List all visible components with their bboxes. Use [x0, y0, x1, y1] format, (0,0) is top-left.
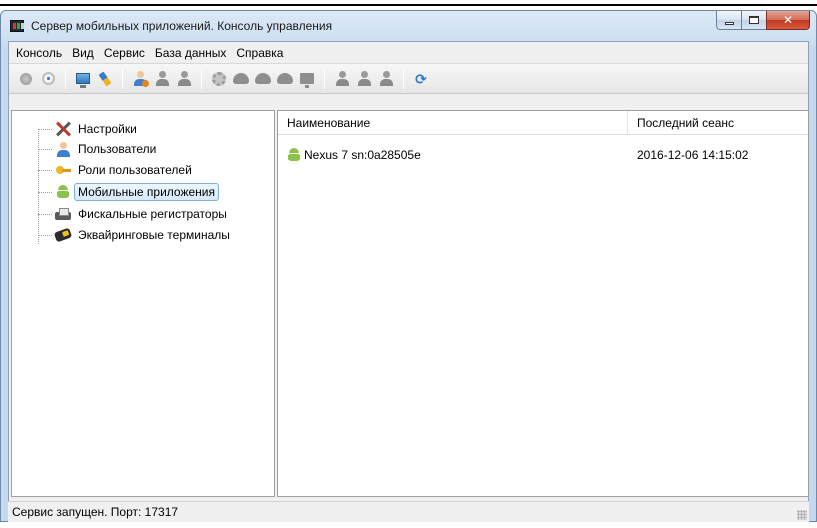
- clean-button[interactable]: [97, 71, 113, 87]
- user-tool-button-2[interactable]: [356, 71, 372, 87]
- edit-user-icon: [155, 71, 169, 86]
- column-header-name[interactable]: Наименование: [278, 111, 628, 135]
- printer-icon: [55, 206, 71, 222]
- menu-console[interactable]: Консоль: [11, 43, 67, 63]
- key-icon: [55, 162, 71, 178]
- add-user-button[interactable]: [132, 71, 149, 87]
- tree-item-acquiring-terminals[interactable]: Эквайринговые терминалы: [38, 225, 234, 245]
- tool-button-4[interactable]: [277, 71, 293, 87]
- cloud-icon: [233, 73, 249, 84]
- add-user-icon: [133, 71, 149, 87]
- cloud-icon: [255, 73, 271, 84]
- start-icon: [41, 72, 55, 85]
- tool-button-3[interactable]: [255, 71, 271, 87]
- tree-item-label: Пользователи: [78, 142, 157, 156]
- menu-service[interactable]: Сервис: [99, 43, 150, 63]
- tree-item-settings[interactable]: Настройки: [38, 119, 141, 139]
- tree-item-label: Роли пользователей: [78, 163, 192, 177]
- toolbar-separator: [324, 68, 325, 89]
- card-terminal-icon: [53, 227, 73, 243]
- maximize-icon: [749, 16, 759, 24]
- user-icon: [379, 71, 393, 86]
- menu-bar: Консоль Вид Сервис База данных Справка: [9, 42, 808, 64]
- gear-icon: [212, 71, 226, 86]
- top-divider: [0, 4, 817, 6]
- navigation-tree-pane[interactable]: Настройки Пользователи Роли пользователе…: [11, 110, 275, 497]
- user-icon: [55, 141, 71, 157]
- table-row[interactable]: Nexus 7 sn:0a28505e 2016-12-06 14:15:02: [278, 145, 808, 165]
- toolbar-separator: [201, 68, 202, 89]
- minimize-button[interactable]: [716, 11, 742, 30]
- status-text: Сервис запущен. Порт: 17317: [12, 505, 179, 519]
- start-service-button[interactable]: [40, 71, 56, 87]
- user-tool-button-3[interactable]: [378, 71, 394, 87]
- computer-icon: [76, 73, 90, 88]
- menu-help[interactable]: Справка: [231, 43, 288, 63]
- status-bar: Сервис запущен. Порт: 17317: [8, 501, 809, 522]
- tree-item-label: Настройки: [78, 122, 137, 136]
- menu-view[interactable]: Вид: [67, 43, 99, 63]
- toolbar: ⟳: [9, 64, 808, 94]
- toolbar-separator: [65, 68, 66, 89]
- tool-button-2[interactable]: [233, 71, 249, 87]
- tree-item-users[interactable]: Пользователи: [38, 139, 160, 159]
- devices-list-pane[interactable]: Наименование Последний сеанс Nexus 7 sn:…: [277, 110, 809, 497]
- connect-button[interactable]: [75, 71, 91, 88]
- user-icon: [357, 71, 371, 86]
- tree-item-user-roles[interactable]: Роли пользователей: [38, 160, 196, 180]
- cell-name: Nexus 7 sn:0a28505e: [286, 147, 421, 163]
- app-icon[interactable]: [10, 20, 24, 32]
- cell-last-session: 2016-12-06 14:15:02: [637, 148, 749, 162]
- minimize-icon: [724, 21, 734, 25]
- tree-item-fiscal-registers[interactable]: Фискальные регистраторы: [38, 204, 231, 224]
- delete-user-button[interactable]: [176, 71, 192, 87]
- monitor-icon: [300, 73, 314, 88]
- tree-item-label: Мобильные приложения: [74, 183, 219, 201]
- close-icon: ✕: [782, 13, 794, 27]
- list-header: Наименование Последний сеанс: [278, 111, 808, 135]
- toolbar-separator: [403, 68, 404, 89]
- user-icon: [335, 71, 349, 86]
- brush-icon: [98, 71, 112, 86]
- cloud-icon: [277, 73, 293, 84]
- edit-user-button[interactable]: [154, 71, 170, 87]
- refresh-button[interactable]: ⟳: [413, 71, 429, 87]
- tools-icon: [55, 121, 71, 137]
- tree-item-label: Эквайринговые терминалы: [78, 228, 230, 242]
- close-button[interactable]: ✕: [766, 11, 810, 30]
- window-title: Сервер мобильных приложений. Консоль упр…: [31, 19, 333, 33]
- navigation-tree: Настройки Пользователи Роли пользователе…: [12, 111, 274, 496]
- maximize-button[interactable]: [741, 11, 767, 30]
- user-tool-button-1[interactable]: [334, 71, 350, 87]
- tree-item-mobile-apps[interactable]: Мобильные приложения: [38, 182, 219, 202]
- title-bar[interactable]: Сервер мобильных приложений. Консоль упр…: [1, 11, 816, 41]
- window-controls: ✕: [716, 11, 810, 31]
- delete-user-icon: [177, 71, 191, 86]
- tree-item-label: Фискальные регистраторы: [78, 207, 227, 221]
- resize-grip[interactable]: [797, 510, 807, 520]
- settings-tool-button[interactable]: [211, 71, 227, 87]
- stop-service-button[interactable]: [18, 71, 34, 87]
- refresh-icon: ⟳: [415, 70, 427, 87]
- menu-database[interactable]: База данных: [150, 43, 231, 63]
- toolbar-separator: [122, 68, 123, 89]
- android-icon: [55, 184, 71, 200]
- tool-button-5[interactable]: [299, 71, 315, 88]
- device-name: Nexus 7 sn:0a28505e: [304, 148, 421, 162]
- android-icon: [286, 147, 302, 163]
- column-header-last-session[interactable]: Последний сеанс: [628, 111, 808, 135]
- stop-icon: [20, 72, 32, 85]
